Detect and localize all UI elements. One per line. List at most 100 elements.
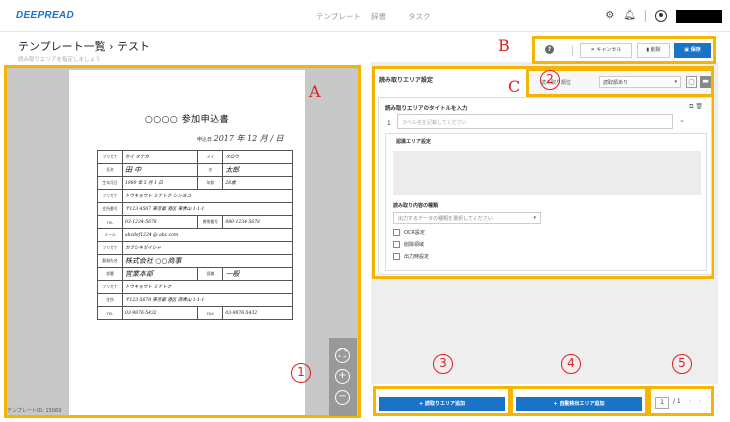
chevron-down-icon[interactable]: ⌄ [679, 116, 685, 124]
checkbox-box[interactable] [393, 229, 400, 236]
marker-c: C [508, 77, 521, 96]
zoom-out-icon[interactable]: − [335, 390, 350, 405]
template-id: テンプレートID: 15069 [7, 408, 62, 414]
row-label: 住所 [97, 293, 123, 307]
row-value: 1989 年 5 月 1 日 [121, 176, 199, 190]
header-icons: ⚙ 🔔︎ [605, 7, 722, 25]
table-row: TEL 03-1234-5678 携帯番号 080-1234-5678 [97, 215, 293, 229]
row-label: フリガナ [97, 241, 123, 255]
date-value: 2017 年 12 月 / 日 [213, 134, 284, 143]
delete-button[interactable]: ▮ 削除 [637, 43, 670, 58]
action-toolbar: ? ✕ キャンセル ▮ 削除 ▣ 保存 [532, 36, 716, 64]
row-label: フリガナ [97, 150, 123, 164]
row-label: 年齢 [197, 176, 224, 190]
collapse-icon[interactable]: ▬ [700, 76, 711, 88]
checkbox-box[interactable] [393, 253, 400, 260]
recognition-area-preview [393, 151, 701, 195]
page-subtitle: 読み取りエリアを指定しましょう [18, 57, 101, 63]
row-label: メイ [197, 150, 224, 164]
document-title: ○○○○ 参加申込書 [144, 115, 230, 125]
recognition-area-label: 認識エリア設定 [396, 139, 432, 145]
marker-4: 4 [561, 354, 581, 374]
row-label: 部署 [97, 267, 123, 281]
area-title-label: 読み取りエリアのタイトルを入力 [385, 106, 468, 112]
row-value: トウキョウト ミナトク シンヨコ [122, 189, 293, 203]
fit-screen-icon[interactable]: ⛶ [335, 348, 350, 363]
order-select-value: 読取順あり [603, 80, 629, 86]
checkbox-ocr[interactable]: OCR設定 [393, 229, 425, 236]
gear-icon[interactable]: ⚙ [605, 7, 614, 25]
row-value: 太郎 [222, 163, 293, 177]
divider [645, 10, 646, 22]
cancel-button[interactable]: ✕ キャンセル [580, 43, 632, 58]
order-select[interactable]: 読取順あり ▾ [599, 76, 681, 88]
checkbox-delete-area[interactable]: 削除領域 [393, 241, 424, 248]
table-row: フリガナ トウキョウト ミナトク シンヨコ [97, 189, 293, 203]
form-table: フリガナ セイ タナカ メイ タロウ 氏名 田 中 名 太郎 生年月日 1989… [97, 150, 293, 320]
area-title-input[interactable]: ラベル名を記載してください [397, 114, 673, 129]
content-type-select[interactable]: 出力するデータの種類を選択してください ▾ [393, 212, 541, 224]
checkbox-label: 削除領域 [404, 242, 425, 248]
row-label: 住所番号 [97, 202, 123, 216]
row-label: 氏名 [97, 163, 123, 177]
trash-icon[interactable]: 🗑︎ [695, 103, 703, 110]
zoom-toolbar: ⛶ + − [329, 338, 357, 416]
content-type-placeholder: 出力するデータの種類を選択してください [398, 216, 493, 222]
marker-5: 5 [672, 354, 692, 374]
caret-down-icon: ▾ [533, 215, 536, 221]
row-value: abcdef1234 @ abc.com [122, 228, 293, 242]
row-value: タロウ [222, 150, 293, 164]
prev-page-icon[interactable]: ‹ [689, 398, 691, 405]
document-page[interactable]: ○○○○ 参加申込書 申込日 2017 年 12 月 / 日 フリガナ セイ タ… [69, 70, 305, 415]
zoom-in-icon[interactable]: + [335, 369, 350, 384]
divider [572, 46, 573, 56]
table-row: 部署 営業本部 役職 一般 [97, 267, 293, 281]
nav-dictionary[interactable]: 辞書 [371, 11, 386, 22]
save-label: 保存 [690, 47, 701, 53]
row-value: 田 中 [121, 163, 199, 177]
marker-a: A [309, 82, 321, 101]
table-row: 住所 〒123-5678 東京都 港区 西青山 1-1-1 [97, 293, 293, 307]
avatar[interactable] [655, 10, 667, 22]
table-row: フリガナ カブシキガイシャ [97, 241, 293, 255]
checkbox-output[interactable]: 出力時設定 [393, 253, 429, 260]
row-value: 〒123-4567 東京都 港区 東青山 1-1-1 [122, 202, 293, 216]
top-bar: DEEPREAD テンプレート 辞書 タスク ⚙ 🔔︎ [0, 0, 730, 32]
layout-icon[interactable]: ▢ [686, 76, 697, 88]
checkbox-label: 出力時設定 [404, 254, 430, 260]
pagination: 1 / 1 ‹ › [648, 386, 714, 416]
nav-templates[interactable]: テンプレート [316, 11, 361, 22]
save-button[interactable]: ▣ 保存 [674, 43, 711, 58]
row-label: 生年月日 [97, 176, 123, 190]
table-row: TEL 03-9876-5432 FAX 03-9876-5432 [97, 306, 293, 320]
caret-down-icon: ▾ [674, 79, 677, 85]
add-area-button[interactable]: + 読取りエリア追加 [379, 397, 505, 411]
row-value: 080-1234-5678 [222, 215, 293, 229]
help-icon[interactable]: ? [545, 45, 554, 54]
table-row: 生年月日 1989 年 5 月 1 日 年齢 28歳 [97, 176, 293, 190]
page-input[interactable]: 1 [655, 397, 669, 409]
area-settings-panel: 読み取りエリア設定 読み取り順位 読取順あり ▾ ▢ ▬ 読み取りエリアのタイト… [372, 66, 714, 279]
area-number: 1 [387, 120, 391, 127]
marker-3: 3 [433, 354, 453, 374]
bell-icon[interactable]: 🔔︎ [623, 7, 636, 25]
date-label: 申込日 [197, 137, 213, 143]
app-logo[interactable]: DEEPREAD [16, 10, 74, 21]
row-label: TEL [97, 306, 123, 320]
document-date: 申込日 2017 年 12 月 / 日 [197, 133, 284, 144]
row-value: トウキョウト ミナトク [122, 280, 293, 294]
marker-1: 1 [291, 363, 311, 383]
nav-tasks[interactable]: タスク [408, 11, 431, 22]
area-card: 読み取りエリアのタイトルを入力 ⧉ 🗑︎ 1 ラベル名を記載してください ⌄ 認… [378, 97, 712, 275]
row-label: 役職 [197, 267, 224, 281]
checkbox-box[interactable] [393, 241, 400, 248]
row-label: メール [97, 228, 123, 242]
row-label: FAX [197, 306, 224, 320]
cancel-label: キャンセル [596, 47, 622, 53]
row-value: 〒123-5678 東京都 港区 西青山 1-1-1 [122, 293, 293, 307]
auto-detect-area-button[interactable]: + 自動検出エリア追加 [516, 397, 642, 411]
copy-icon[interactable]: ⧉ [689, 103, 693, 110]
row-label: 携帯番号 [197, 215, 224, 229]
user-name-redacted[interactable] [676, 9, 722, 23]
next-page-icon[interactable]: › [699, 398, 701, 405]
